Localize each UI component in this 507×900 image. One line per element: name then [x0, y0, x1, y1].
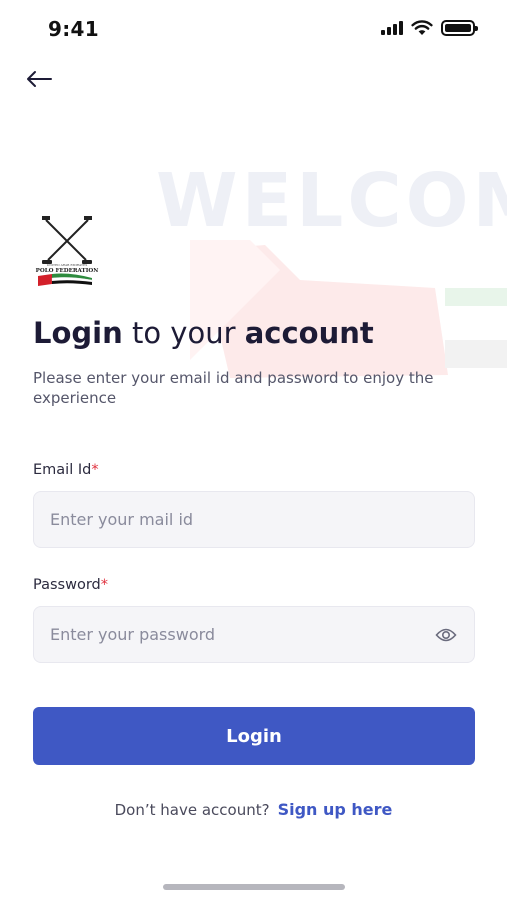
home-indicator[interactable]: [163, 884, 345, 890]
email-field[interactable]: [34, 492, 474, 547]
cellular-signal-icon: [381, 21, 403, 35]
signup-row: Don’t have account? Sign up here: [0, 800, 507, 819]
password-required-mark: *: [100, 577, 108, 593]
login-button[interactable]: Login: [33, 707, 475, 765]
page-title: Login to your account: [33, 316, 374, 350]
status-icons: [381, 20, 478, 36]
password-label: Password*: [33, 577, 108, 593]
eye-icon: [435, 628, 457, 642]
toggle-password-visibility-button[interactable]: [434, 624, 458, 646]
email-label-text: Email Id: [33, 462, 92, 478]
signup-prompt: Don’t have account?: [114, 801, 270, 819]
polo-federation-logo: UNITED ARAB EMIRATES POLO FEDERATION: [36, 216, 99, 286]
status-bar: 9:41: [0, 0, 507, 56]
wifi-icon: [411, 20, 433, 35]
welcome-watermark: WELCOM: [156, 158, 507, 244]
email-field-container: [33, 491, 475, 548]
flag-decoration: [190, 240, 507, 378]
password-label-text: Password: [33, 577, 101, 593]
back-button[interactable]: [22, 62, 56, 96]
title-bold-account: account: [244, 316, 374, 350]
email-label: Email Id*: [33, 462, 99, 478]
password-field-container: [33, 606, 475, 663]
battery-icon: [441, 20, 478, 36]
title-middle: to your: [122, 316, 245, 350]
password-field[interactable]: [34, 607, 474, 662]
arrow-left-icon: [27, 71, 52, 87]
logo-text-uae: UNITED ARAB EMIRATES: [47, 263, 88, 267]
page-subtitle: Please enter your email id and password …: [33, 369, 434, 407]
logo-text-federation: POLO FEDERATION: [36, 268, 99, 274]
title-bold-login: Login: [33, 316, 123, 350]
email-required-mark: *: [91, 462, 99, 478]
signup-link[interactable]: Sign up here: [278, 800, 393, 819]
status-time: 9:41: [48, 17, 99, 41]
